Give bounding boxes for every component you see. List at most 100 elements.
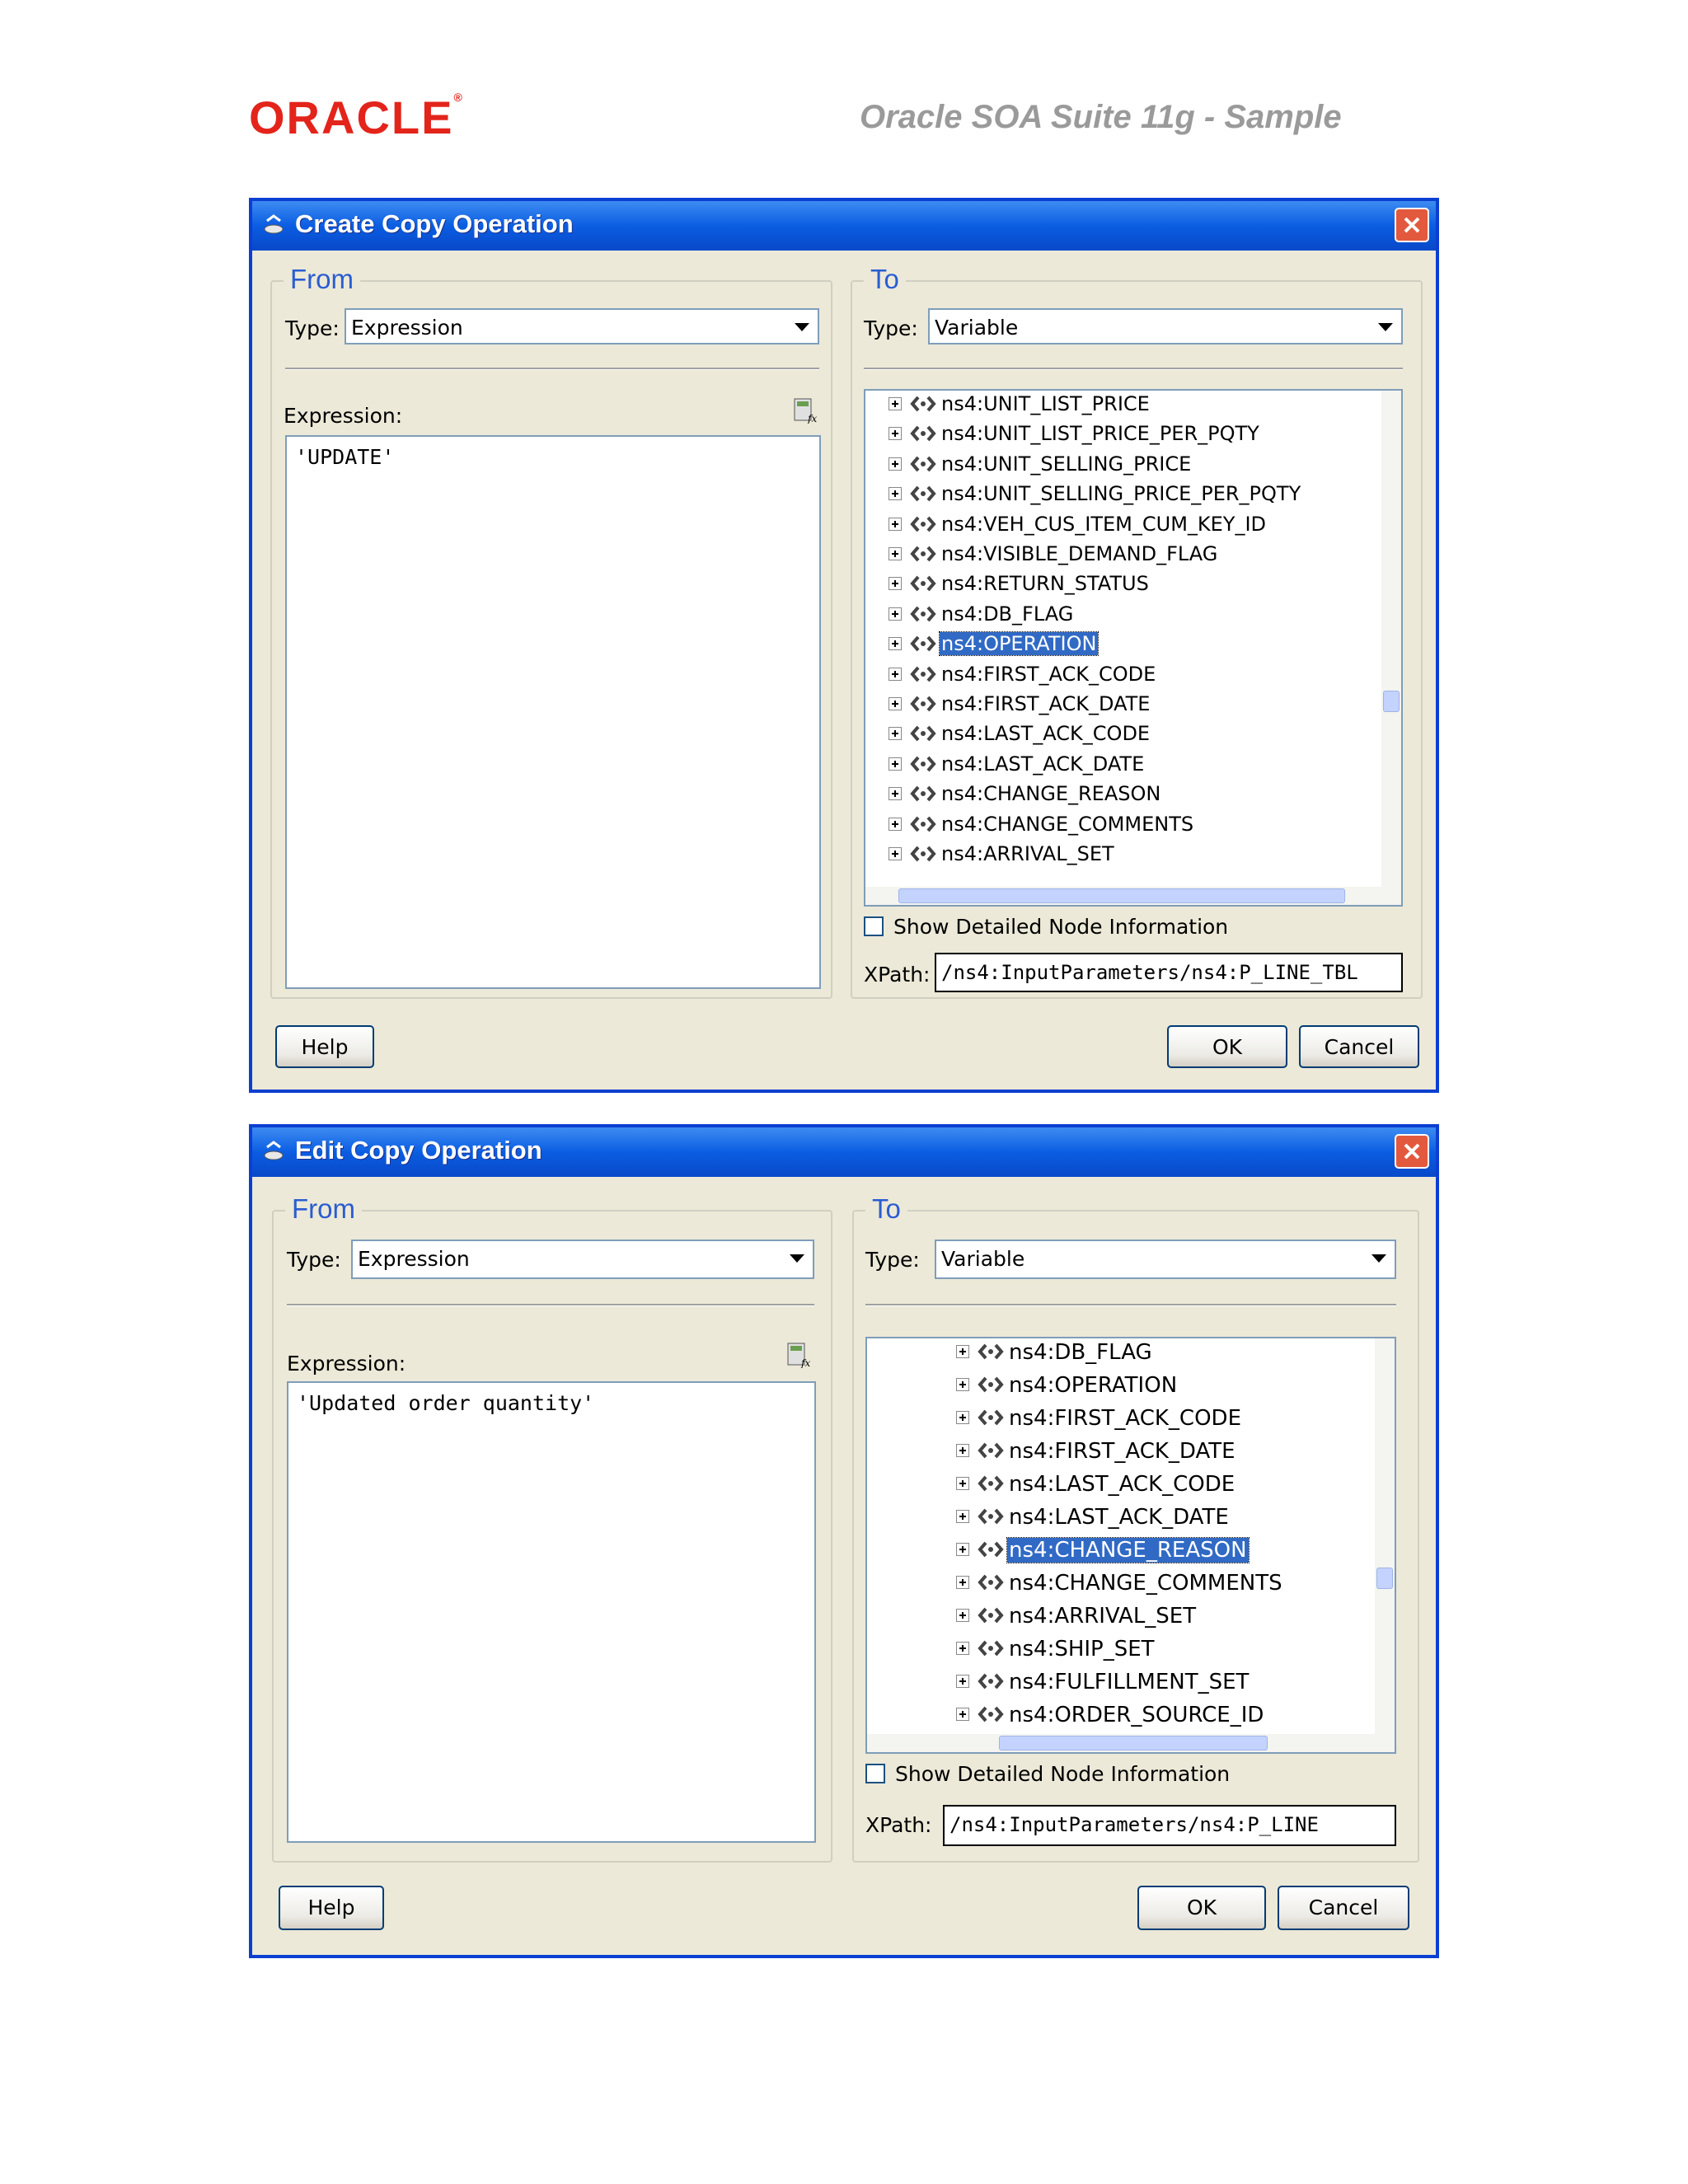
tree-node[interactable]: ns4:OPERATION xyxy=(865,631,1360,662)
chevron-down-icon[interactable] xyxy=(790,313,814,340)
vertical-scrollbar[interactable] xyxy=(1381,391,1401,905)
expand-icon[interactable] xyxy=(956,1543,969,1556)
expand-icon[interactable] xyxy=(889,727,902,741)
tree-node[interactable]: ns4:UNIT_LIST_PRICE xyxy=(865,392,1360,422)
tree-node[interactable]: ns4:FIRST_ACK_CODE xyxy=(867,1406,1362,1436)
horizontal-scrollbar[interactable] xyxy=(865,887,1381,905)
from-type-select[interactable]: Expression xyxy=(351,1240,814,1279)
tree-node[interactable]: ns4:LAST_ACK_DATE xyxy=(865,752,1360,782)
to-type-value: Variable xyxy=(941,1247,1025,1271)
expand-icon[interactable] xyxy=(889,697,902,710)
scroll-thumb[interactable] xyxy=(999,1736,1268,1750)
tree-node[interactable]: ns4:DB_FLAG xyxy=(865,602,1360,632)
tree-node[interactable]: ns4:LAST_ACK_CODE xyxy=(865,722,1360,752)
tree-node-label: ns4:CHANGE_REASON xyxy=(1006,1537,1250,1563)
cancel-button[interactable]: Cancel xyxy=(1278,1886,1409,1930)
expand-icon[interactable] xyxy=(889,637,902,651)
ok-button[interactable]: OK xyxy=(1137,1886,1266,1930)
expand-icon[interactable] xyxy=(889,817,902,831)
expand-icon[interactable] xyxy=(956,1378,969,1391)
expand-icon[interactable] xyxy=(956,1576,969,1589)
scroll-thumb[interactable] xyxy=(1383,691,1400,712)
to-type-select[interactable]: Variable xyxy=(935,1240,1396,1279)
expand-icon[interactable] xyxy=(889,787,902,801)
expand-icon[interactable] xyxy=(889,847,902,860)
tree-node[interactable]: ns4:ARRIVAL_SET xyxy=(867,1604,1362,1633)
xpath-field[interactable]: /ns4:InputParameters/ns4:P_LINE xyxy=(943,1805,1396,1846)
ok-button[interactable]: OK xyxy=(1167,1025,1287,1068)
tree-node[interactable]: ns4:UNIT_LIST_PRICE_PER_PQTY xyxy=(865,422,1360,452)
expand-icon[interactable] xyxy=(956,1411,969,1424)
expand-icon[interactable] xyxy=(956,1708,969,1721)
expression-label: Expression: xyxy=(287,1352,406,1376)
tree-node[interactable]: ns4:RETURN_STATUS xyxy=(865,572,1360,602)
expand-icon[interactable] xyxy=(889,667,902,681)
tree-node[interactable]: ns4:LAST_ACK_CODE xyxy=(867,1472,1362,1502)
expand-icon[interactable] xyxy=(889,487,902,501)
expand-icon[interactable] xyxy=(956,1444,969,1457)
expand-icon[interactable] xyxy=(956,1609,969,1622)
chevron-down-icon[interactable] xyxy=(785,1244,809,1274)
tree-node[interactable]: ns4:LAST_ACK_DATE xyxy=(867,1505,1362,1535)
expression-builder-icon[interactable]: fx xyxy=(786,1342,813,1368)
to-type-label: Type: xyxy=(865,1248,920,1272)
scroll-thumb[interactable] xyxy=(1376,1568,1393,1589)
tree-node[interactable]: ns4:DB_FLAG xyxy=(867,1340,1362,1370)
element-node-icon xyxy=(910,516,936,532)
variable-tree[interactable]: ns4:ORDER_SOURCE_ID ns4:FULFILLMENT_SET ns… xyxy=(865,1337,1396,1754)
expand-icon[interactable] xyxy=(889,757,902,771)
tree-node[interactable]: ns4:UNIT_SELLING_PRICE xyxy=(865,452,1360,482)
help-button[interactable]: Help xyxy=(275,1025,374,1068)
expand-icon[interactable] xyxy=(889,577,902,591)
tree-node[interactable]: ns4:CHANGE_REASON xyxy=(867,1537,1362,1568)
expand-icon[interactable] xyxy=(889,517,902,531)
close-button[interactable] xyxy=(1395,1134,1429,1169)
tree-node-label: ns4:UNIT_LIST_PRICE_PER_PQTY xyxy=(941,422,1259,446)
tree-node[interactable]: ns4:VISIBLE_DEMAND_FLAG xyxy=(865,542,1360,572)
tree-node-label: ns4:CHANGE_COMMENTS xyxy=(941,812,1194,836)
from-type-select[interactable]: Expression xyxy=(345,308,819,344)
tree-node[interactable]: ns4:FIRST_ACK_DATE xyxy=(865,692,1360,722)
expand-icon[interactable] xyxy=(956,1642,969,1655)
expand-icon[interactable] xyxy=(956,1510,969,1523)
expand-icon[interactable] xyxy=(889,457,902,471)
tree-node[interactable]: ns4:ARRIVAL_SET xyxy=(865,842,1360,872)
help-button[interactable]: Help xyxy=(279,1886,384,1930)
show-detail-checkbox[interactable] xyxy=(864,916,884,936)
vertical-scrollbar[interactable] xyxy=(1375,1338,1395,1752)
xpath-field[interactable]: /ns4:InputParameters/ns4:P_LINE_TBL xyxy=(935,953,1403,992)
to-type-select[interactable]: Variable xyxy=(928,308,1403,344)
title-bar[interactable]: Edit Copy Operation xyxy=(252,1127,1436,1177)
expression-builder-icon[interactable]: fx xyxy=(793,397,819,424)
tree-node[interactable]: ns4:ORDER_SOURCE_ID xyxy=(867,1703,1362,1732)
title-bar[interactable]: Create Copy Operation xyxy=(252,201,1436,251)
horizontal-scrollbar[interactable] xyxy=(867,1734,1375,1752)
variable-tree[interactable]: ns4:ARRIVAL_SET ns4:CHANGE_COMMENTS ns4:CH… xyxy=(864,389,1403,907)
tree-node[interactable]: ns4:OPERATION xyxy=(867,1373,1362,1403)
tree-node[interactable]: ns4:FULFILLMENT_SET xyxy=(867,1670,1362,1699)
show-detail-checkbox[interactable] xyxy=(865,1764,885,1783)
cancel-button[interactable]: Cancel xyxy=(1299,1025,1419,1068)
tree-node[interactable]: ns4:FIRST_ACK_CODE xyxy=(865,663,1360,692)
expand-icon[interactable] xyxy=(889,397,902,410)
tree-node[interactable]: ns4:CHANGE_REASON xyxy=(865,782,1360,812)
expression-input[interactable]: 'Updated order quantity' xyxy=(287,1381,816,1843)
tree-node[interactable]: ns4:SHIP_SET xyxy=(867,1637,1362,1666)
expand-icon[interactable] xyxy=(956,1675,969,1688)
element-node-icon xyxy=(978,1706,1004,1722)
tree-node[interactable]: ns4:FIRST_ACK_DATE xyxy=(867,1439,1362,1469)
scroll-thumb[interactable] xyxy=(898,888,1345,903)
expand-icon[interactable] xyxy=(889,547,902,560)
expand-icon[interactable] xyxy=(956,1345,969,1358)
expand-icon[interactable] xyxy=(956,1477,969,1490)
tree-node[interactable]: ns4:CHANGE_COMMENTS xyxy=(865,813,1360,842)
expression-input[interactable]: 'UPDATE' xyxy=(285,435,821,989)
expand-icon[interactable] xyxy=(889,427,902,441)
tree-node[interactable]: ns4:UNIT_SELLING_PRICE_PER_PQTY xyxy=(865,482,1360,512)
chevron-down-icon[interactable] xyxy=(1373,313,1398,340)
tree-node[interactable]: ns4:VEH_CUS_ITEM_CUM_KEY_ID xyxy=(865,513,1360,542)
close-button[interactable] xyxy=(1395,208,1429,242)
chevron-down-icon[interactable] xyxy=(1367,1244,1391,1274)
expand-icon[interactable] xyxy=(889,607,902,621)
tree-node[interactable]: ns4:CHANGE_COMMENTS xyxy=(867,1571,1362,1601)
